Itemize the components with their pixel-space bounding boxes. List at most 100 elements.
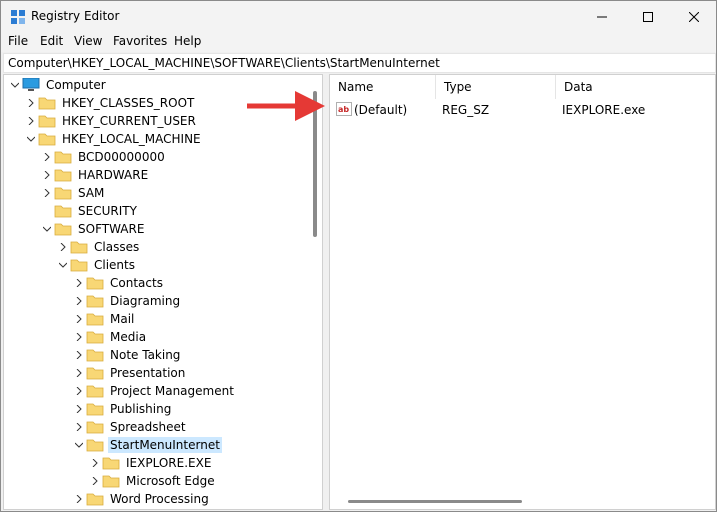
chevron-right-icon[interactable] (40, 184, 54, 202)
tree-item[interactable]: SAM (40, 184, 106, 202)
chevron-down-icon[interactable] (24, 130, 38, 148)
tree-item[interactable]: HKEY_CLASSES_ROOT (24, 94, 196, 112)
folder-icon (102, 457, 120, 470)
tree-item[interactable]: Presentation (72, 364, 187, 382)
tree-item[interactable]: Spreadsheet (72, 418, 188, 436)
tree-item-label: Microsoft Edge (126, 474, 215, 488)
tree-item[interactable]: HKEY_LOCAL_MACHINE (24, 130, 203, 148)
chevron-right-icon[interactable] (72, 418, 86, 436)
close-button[interactable] (671, 1, 717, 32)
folder-icon (102, 475, 120, 488)
chevron-down-icon[interactable] (40, 220, 54, 238)
tree-item-label: HKEY_CLASSES_ROOT (62, 96, 195, 110)
tree-item[interactable]: Contacts (72, 274, 165, 292)
tree-item-label: Contacts (110, 276, 163, 290)
chevron-right-icon[interactable] (72, 292, 86, 310)
string-value-icon: ab (336, 102, 352, 116)
tree-item[interactable]: Word Processing (72, 490, 211, 508)
tree-item-label: Presentation (110, 366, 186, 380)
folder-icon (86, 439, 104, 452)
chevron-right-icon[interactable] (24, 94, 38, 112)
tree-item[interactable]: HARDWARE (40, 166, 150, 184)
values-list[interactable]: Name Type Data ab (Default) REG_SZ IEXPL… (329, 74, 716, 510)
list-header: Name Type Data (330, 75, 715, 99)
chevron-down-icon[interactable] (72, 436, 86, 454)
column-data[interactable]: Data (556, 75, 715, 99)
minimize-button[interactable] (579, 1, 625, 32)
tree-item-label: Mail (110, 312, 135, 326)
window-title: Registry Editor (31, 9, 120, 23)
tree-item[interactable]: Computer (8, 76, 108, 94)
menu-file[interactable]: File (8, 34, 28, 48)
tree-item-label: Note Taking (110, 348, 181, 362)
tree-item[interactable]: Diagraming (72, 292, 182, 310)
list-scrollbar[interactable] (348, 500, 522, 503)
tree-item[interactable]: Note Taking (72, 346, 182, 364)
chevron-right-icon[interactable] (72, 382, 86, 400)
chevron-right-icon[interactable] (72, 490, 86, 508)
chevron-right-icon[interactable] (40, 148, 54, 166)
tree-item[interactable]: Classes (56, 238, 141, 256)
folder-icon (38, 133, 56, 146)
tree-item[interactable]: Microsoft Edge (88, 472, 217, 490)
tree-item-label: SECURITY (78, 204, 137, 218)
folder-icon (70, 241, 88, 254)
tree-item-label: Classes (94, 240, 140, 254)
menu-edit[interactable]: Edit (40, 34, 63, 48)
maximize-button[interactable] (625, 1, 671, 32)
tree-item-label: Spreadsheet (110, 420, 186, 434)
folder-icon (86, 295, 104, 308)
tree-item[interactable]: SECURITY (40, 202, 139, 220)
tree-item[interactable]: Publishing (72, 400, 173, 418)
chevron-right-icon[interactable] (72, 400, 86, 418)
address-bar[interactable]: Computer\HKEY_LOCAL_MACHINE\SOFTWARE\Cli… (3, 53, 716, 73)
tree-item[interactable]: IEXPLORE.EXE (88, 454, 213, 472)
folder-icon (54, 187, 72, 200)
chevron-right-icon[interactable] (88, 454, 102, 472)
tree-item[interactable]: Clients (56, 256, 137, 274)
folder-icon (54, 205, 72, 218)
menu-view[interactable]: View (74, 34, 102, 48)
chevron-right-icon[interactable] (56, 238, 70, 256)
column-name[interactable]: Name (330, 75, 436, 99)
value-data: IEXPLORE.exe (562, 103, 646, 117)
chevron-down-icon[interactable] (8, 76, 22, 94)
tree-item-label: IEXPLORE.EXE (126, 456, 212, 470)
tree-item[interactable]: Project Management (72, 382, 236, 400)
folder-icon (86, 349, 104, 362)
tree-item[interactable]: BCD00000000 (40, 148, 167, 166)
tree-item[interactable]: HKEY_CURRENT_USER (24, 112, 198, 130)
title-bar[interactable]: Registry Editor (1, 1, 716, 32)
chevron-right-icon[interactable] (72, 364, 86, 382)
column-type[interactable]: Type (436, 75, 556, 99)
chevron-right-icon[interactable] (88, 472, 102, 490)
chevron-right-icon[interactable] (24, 112, 38, 130)
tree-item[interactable]: Mail (72, 310, 136, 328)
chevron-right-icon[interactable] (72, 310, 86, 328)
tree-item-label: Word Processing (110, 492, 209, 506)
chevron-right-icon[interactable] (40, 166, 54, 184)
tree-item-label: SAM (78, 186, 105, 200)
menu-favorites[interactable]: Favorites (113, 34, 167, 48)
tree-item[interactable]: StartMenuInternet (72, 436, 222, 454)
value-row[interactable]: ab (Default) REG_SZ IEXPLORE.exe (330, 101, 715, 119)
registry-editor-icon (11, 10, 25, 24)
chevron-right-icon[interactable] (72, 346, 86, 364)
chevron-down-icon[interactable] (56, 256, 70, 274)
tree-item-label: HARDWARE (78, 168, 149, 182)
tree-item[interactable]: SOFTWARE (40, 220, 146, 238)
registry-tree[interactable]: Computer HKEY_CLASSES_ROOT HKEY_CURRENT_US… (3, 74, 323, 510)
callout-arrow-icon (247, 91, 325, 121)
tree-item[interactable]: Media (72, 328, 148, 346)
computer-icon (22, 78, 40, 91)
chevron-right-icon[interactable] (72, 274, 86, 292)
menu-help[interactable]: Help (174, 34, 201, 48)
chevron-right-icon[interactable] (72, 328, 86, 346)
value-name: (Default) (354, 103, 408, 117)
tree-item-label: BCD00000000 (78, 150, 165, 164)
folder-icon (86, 331, 104, 344)
folder-icon (38, 97, 56, 110)
folder-icon (86, 313, 104, 326)
menu-bar: File Edit View Favorites Help (1, 32, 716, 52)
